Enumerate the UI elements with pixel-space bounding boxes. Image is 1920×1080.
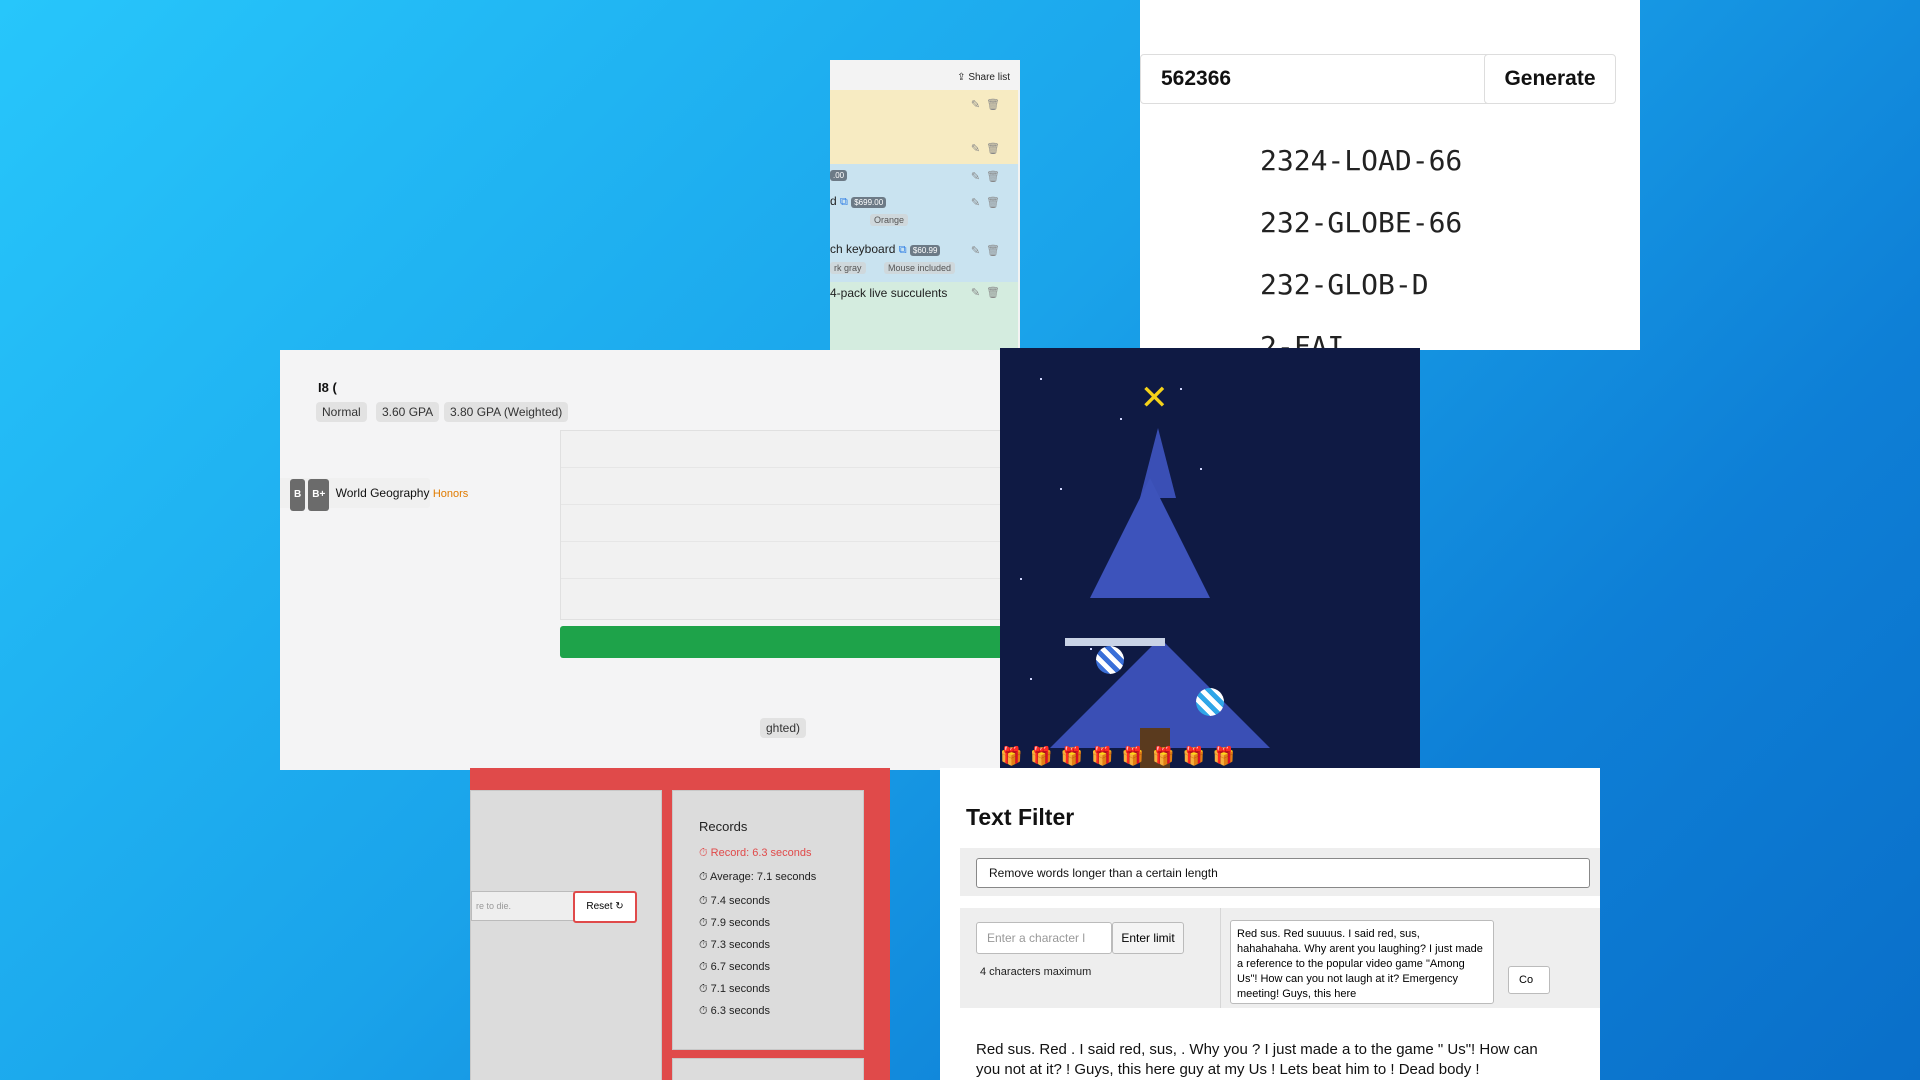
record-time: ⏱ 6.7 seconds	[699, 961, 770, 973]
semester-title: I8 (	[318, 380, 337, 395]
limit-note: 4 characters maximum	[980, 966, 1092, 978]
snow-ledge	[1065, 638, 1165, 646]
table-row: ✎🗑	[561, 468, 1000, 505]
edit-delete-icons[interactable]: ✎🗑	[971, 196, 1006, 209]
record-best: ⏱ Record: 6.3 seconds	[699, 847, 812, 859]
table-row: ✎🗑	[561, 505, 1000, 542]
edit-delete-icons[interactable]: ✎🗑	[971, 170, 1006, 183]
enter-limit-button[interactable]: Enter limit	[1112, 922, 1184, 954]
reset-button[interactable]: Reset ↻	[573, 891, 637, 923]
table-row: ✎🗑	[561, 542, 1000, 579]
grade-badge: B	[290, 479, 306, 511]
external-link-icon[interactable]: ⧉	[840, 196, 848, 208]
course-name: World Geography	[335, 486, 430, 500]
christmas-tree-game: ✕ 🎁🎁🎁🎁🎁🎁🎁🎁	[1000, 348, 1420, 770]
share-list-button[interactable]: ⇪ Share list	[957, 72, 1010, 83]
page-title: Text Filter	[966, 804, 1075, 830]
item-name: 4-pack live succulents	[830, 286, 948, 300]
filter-mode-select[interactable]: Remove words longer than a certain lengt…	[976, 858, 1590, 888]
ornament-icon	[1196, 688, 1224, 716]
external-link-icon[interactable]: ⧉	[899, 244, 907, 256]
record-time: ⏱ 7.3 seconds	[699, 939, 770, 951]
table-row: ✎🗑	[561, 431, 1000, 468]
price-badge: $60.99	[909, 245, 941, 256]
item-name: d	[830, 194, 837, 208]
records-box: Records ⏱ Record: 6.3 seconds ⏱ Average:…	[672, 790, 864, 1050]
record-time: ⏱ 6.3 seconds	[699, 1005, 770, 1017]
generated-code: 232-GLOB-D	[1260, 268, 1429, 301]
courses-table: ✎🗑 ✎🗑 ✎🗑 ✎🗑 ✎🗑	[560, 430, 1000, 620]
course-level: Honors	[432, 488, 469, 500]
text-filter-panel: Text Filter Remove words longer than a c…	[940, 768, 1600, 1080]
copy-button[interactable]: Co	[1508, 966, 1550, 994]
edit-delete-icons[interactable]: ✎🗑	[971, 98, 1006, 111]
generated-code: 2324-LOAD-66	[1260, 144, 1463, 177]
shopping-list-panel: ⇪ Share list ✎🗑 ✎🗑 .00 ✎🗑 d ⧉ $699.00 Or…	[830, 60, 1020, 350]
gpa-progress-bar	[560, 626, 1000, 658]
gpa-badge: ghted)	[760, 718, 807, 738]
record-average: ⏱ Average: 7.1 seconds	[699, 871, 817, 883]
list-item: d ⧉ $699.00 Orange ✎🗑	[830, 190, 1018, 236]
input-textarea[interactable]: Red sus. Red suuuus. I said red, sus, ha…	[1230, 920, 1494, 1004]
item-tag: rk gray	[830, 262, 866, 274]
gpa-badge: 3.80 GPA (Weighted)	[444, 402, 569, 422]
name-input[interactable]: re to die.	[471, 891, 577, 921]
reaction-timer-panel: re to die. Reset ↻ Records ⏱ Record: 6.3…	[470, 768, 890, 1080]
grade-badge: B+	[308, 479, 330, 511]
list-item: ✎🗑 ✎🗑	[830, 90, 1018, 164]
item-tag: Mouse included	[884, 262, 956, 274]
list-item: .00 ✎🗑	[830, 164, 1018, 190]
price-badge: $699.00	[851, 197, 887, 208]
record-time: ⏱ 7.9 seconds	[699, 917, 770, 929]
price-badge: .00	[830, 170, 848, 181]
edit-delete-icons[interactable]: ✎🗑	[971, 244, 1006, 257]
gpa-calculator-panel: I8 ( Normal 3.60 GPA 3.80 GPA (Weighted)…	[280, 350, 1000, 770]
bow-icon: ✕	[1140, 379, 1169, 417]
record-time: ⏱ 7.4 seconds	[699, 895, 770, 907]
filter-options: Enter a character l Enter limit 4 charac…	[960, 908, 1600, 1008]
presents-row: 🎁🎁🎁🎁🎁🎁🎁🎁	[1000, 746, 1244, 766]
filter-mode-row: Remove words longer than a certain lengt…	[960, 848, 1600, 896]
timer-area: re to die. Reset ↻	[470, 790, 662, 1080]
list-item: ch keyboard ⧉ $60.99 rk gray Mouse inclu…	[830, 236, 1018, 282]
course-row-preview: B B+ World Geography Honors	[280, 478, 468, 511]
seed-input[interactable]: 562366	[1140, 54, 1494, 104]
record-time: ⏱ 7.1 seconds	[699, 983, 770, 995]
code-generator-panel: 562366 Generate 2324-LOAD-66 232-GLOBE-6…	[1140, 0, 1640, 350]
filtered-output: Red sus. Red . I said red, sus, . Why yo…	[976, 1041, 1538, 1078]
reset-label: Reset	[586, 901, 613, 912]
item-tag: Orange	[870, 214, 909, 226]
secondary-box	[672, 1058, 864, 1080]
generated-code: 2-FAI	[1260, 330, 1345, 350]
ornament-icon	[1096, 646, 1124, 674]
list-item: 4-pack live succulents ✎🗑	[830, 282, 1018, 350]
character-limit-input[interactable]: Enter a character l	[976, 922, 1112, 954]
edit-delete-icons[interactable]: ✎🗑	[971, 142, 1006, 155]
item-name: ch keyboard	[830, 242, 896, 256]
tree-middle	[1090, 478, 1210, 598]
generate-button[interactable]: Generate	[1484, 54, 1616, 104]
edit-delete-icons[interactable]: ✎🗑	[971, 286, 1006, 299]
generated-code: 232-GLOBE-66	[1260, 206, 1463, 239]
gpa-badge: Normal	[316, 402, 367, 422]
table-row: ✎🗑	[561, 579, 1000, 615]
records-title: Records	[699, 819, 748, 834]
gpa-badge: 3.60 GPA	[376, 402, 440, 422]
